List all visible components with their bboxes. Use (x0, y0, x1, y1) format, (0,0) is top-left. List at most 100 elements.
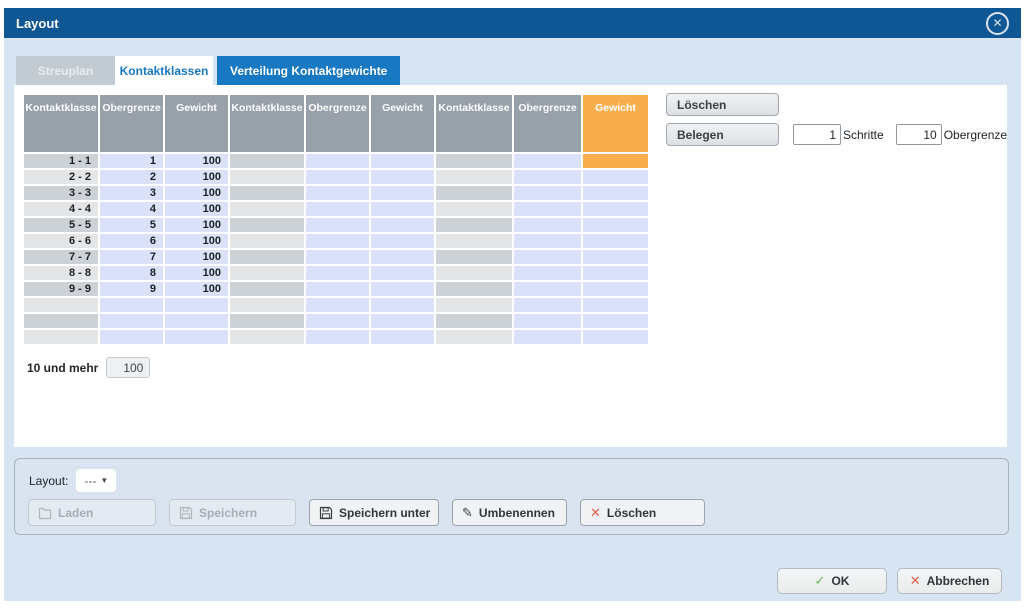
table-cell[interactable] (306, 154, 369, 168)
table-cell[interactable] (230, 266, 304, 280)
table-cell[interactable] (100, 330, 163, 344)
column-header[interactable]: Gewicht (165, 95, 228, 152)
tab-kontaktklassen[interactable]: Kontaktklassen (115, 56, 213, 85)
table-cell[interactable] (371, 250, 434, 264)
table-cell[interactable] (436, 234, 512, 248)
table-cell[interactable]: 6 (100, 234, 163, 248)
table-cell[interactable] (436, 314, 512, 328)
table-cell[interactable] (230, 218, 304, 232)
table-cell[interactable] (306, 266, 369, 280)
table-cell[interactable] (371, 154, 434, 168)
table-cell[interactable]: 5 (100, 218, 163, 232)
column-header[interactable]: Kontaktklasse (230, 95, 304, 152)
table-cell[interactable] (371, 202, 434, 216)
table-cell[interactable] (514, 234, 581, 248)
table-cell[interactable] (306, 250, 369, 264)
table-cell[interactable] (371, 282, 434, 296)
table-cell[interactable] (371, 266, 434, 280)
table-cell[interactable] (100, 314, 163, 328)
table-cell[interactable] (583, 266, 648, 280)
table-cell[interactable]: 100 (165, 202, 228, 216)
table-cell[interactable]: 8 (100, 266, 163, 280)
table-cell[interactable]: 100 (165, 250, 228, 264)
table-cell[interactable] (371, 186, 434, 200)
table-cell[interactable] (583, 250, 648, 264)
save-button[interactable]: Speichern (169, 499, 296, 526)
table-cell[interactable] (583, 170, 648, 184)
table-cell[interactable] (371, 298, 434, 312)
table-cell[interactable] (583, 186, 648, 200)
table-cell[interactable] (436, 218, 512, 232)
table-cell[interactable] (514, 250, 581, 264)
table-cell[interactable] (165, 298, 228, 312)
table-cell[interactable] (514, 298, 581, 312)
table-cell[interactable] (24, 314, 98, 328)
table-cell[interactable]: 4 - 4 (24, 202, 98, 216)
table-cell[interactable] (583, 234, 648, 248)
table-cell[interactable] (371, 170, 434, 184)
delete-layout-button[interactable]: ✕ Löschen (580, 499, 705, 526)
table-cell[interactable]: 2 (100, 170, 163, 184)
table-cell[interactable]: 100 (165, 170, 228, 184)
rename-button[interactable]: ✎ Umbenennen (452, 499, 567, 526)
table-cell[interactable] (306, 218, 369, 232)
table-cell[interactable] (583, 330, 648, 344)
table-cell[interactable]: 100 (165, 186, 228, 200)
close-icon[interactable]: ✕ (986, 12, 1009, 35)
table-cell[interactable]: 8 - 8 (24, 266, 98, 280)
column-header-selected[interactable]: Gewicht (583, 95, 648, 152)
layout-dropdown[interactable]: --- ▼ (76, 469, 116, 492)
table-cell[interactable] (371, 330, 434, 344)
table-cell[interactable] (306, 298, 369, 312)
table-cell[interactable]: 4 (100, 202, 163, 216)
table-cell[interactable] (100, 298, 163, 312)
column-header[interactable]: Obergrenze (100, 95, 163, 152)
table-cell[interactable] (583, 298, 648, 312)
table-cell[interactable] (583, 314, 648, 328)
table-cell[interactable] (306, 314, 369, 328)
table-cell[interactable] (514, 202, 581, 216)
table-cell[interactable]: 100 (165, 282, 228, 296)
ten-and-more-input[interactable] (106, 357, 150, 378)
save-as-button[interactable]: Speichern unter (309, 499, 439, 526)
cancel-button[interactable]: ✕ Abbrechen (897, 568, 1002, 594)
upper-limit-input[interactable] (896, 124, 942, 145)
ok-button[interactable]: ✓ OK (777, 568, 887, 594)
table-cell[interactable] (514, 282, 581, 296)
table-cell[interactable] (306, 202, 369, 216)
table-cell[interactable] (371, 218, 434, 232)
column-header[interactable]: Kontaktklasse (436, 95, 512, 152)
table-cell[interactable]: 1 - 1 (24, 154, 98, 168)
tab-streuplan[interactable]: Streuplan (16, 56, 115, 85)
table-cell[interactable] (230, 186, 304, 200)
column-header[interactable]: Kontaktklasse (24, 95, 98, 152)
column-header[interactable]: Obergrenze (514, 95, 581, 152)
table-cell[interactable] (514, 330, 581, 344)
table-cell[interactable] (230, 298, 304, 312)
table-cell[interactable]: 3 (100, 186, 163, 200)
tab-verteilung-kontaktgewichte[interactable]: Verteilung Kontaktgewichte (217, 56, 400, 85)
table-cell[interactable] (436, 330, 512, 344)
column-header[interactable]: Obergrenze (306, 95, 369, 152)
table-cell[interactable] (230, 234, 304, 248)
table-cell[interactable]: 1 (100, 154, 163, 168)
table-cell[interactable] (436, 282, 512, 296)
selected-cell[interactable] (583, 154, 648, 168)
table-cell[interactable] (436, 186, 512, 200)
steps-input[interactable] (793, 124, 841, 145)
column-header[interactable]: Gewicht (371, 95, 434, 152)
table-cell[interactable] (436, 266, 512, 280)
table-cell[interactable] (436, 202, 512, 216)
table-cell[interactable]: 100 (165, 154, 228, 168)
table-cell[interactable] (583, 282, 648, 296)
table-cell[interactable]: 100 (165, 266, 228, 280)
table-cell[interactable] (230, 154, 304, 168)
table-cell[interactable] (230, 202, 304, 216)
table-cell[interactable] (306, 170, 369, 184)
table-cell[interactable] (514, 266, 581, 280)
load-button[interactable]: Laden (28, 499, 156, 526)
table-cell[interactable] (436, 170, 512, 184)
table-cell[interactable] (230, 282, 304, 296)
table-cell[interactable]: 9 - 9 (24, 282, 98, 296)
table-cell[interactable] (514, 154, 581, 168)
